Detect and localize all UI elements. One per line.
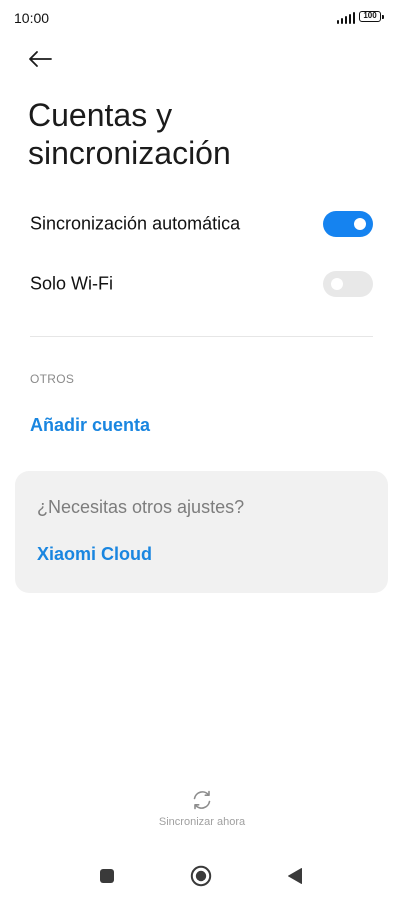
- triangle-back-icon: [288, 868, 302, 884]
- navigation-bar: [0, 850, 403, 900]
- nav-back-button[interactable]: [280, 862, 310, 890]
- page-title-line1: Cuentas y: [28, 97, 173, 133]
- auto-sync-row[interactable]: Sincronización automática: [0, 196, 403, 252]
- circle-icon: [190, 865, 212, 887]
- back-button[interactable]: [24, 44, 56, 74]
- section-header-others: OTROS: [30, 372, 75, 386]
- arrow-left-icon: [29, 51, 52, 67]
- square-icon: [100, 869, 114, 883]
- battery-icon: 100: [359, 11, 384, 22]
- status-bar: 10:00 100: [0, 0, 403, 36]
- signal-icon: [337, 12, 356, 24]
- status-time: 10:00: [14, 10, 50, 26]
- sync-now-label: Sincronizar ahora: [158, 816, 246, 828]
- toggle-knob: [354, 218, 366, 230]
- page-title: Cuentas y sincronización: [28, 96, 388, 172]
- sync-now-button[interactable]: Sincronizar ahora: [140, 788, 264, 836]
- xiaomi-cloud-link[interactable]: Xiaomi Cloud: [37, 544, 152, 565]
- recents-button[interactable]: [92, 862, 122, 890]
- toggle-knob: [331, 278, 343, 290]
- auto-sync-toggle[interactable]: [323, 211, 373, 237]
- wifi-only-toggle[interactable]: [323, 271, 373, 297]
- suggestion-card: ¿Necesitas otros ajustes? Xiaomi Cloud: [15, 471, 388, 593]
- home-button[interactable]: [186, 862, 216, 890]
- auto-sync-label: Sincronización automática: [30, 213, 241, 234]
- sync-icon: [193, 790, 211, 810]
- card-question: ¿Necesitas otros ajustes?: [37, 497, 245, 517]
- wifi-only-label: Solo Wi-Fi: [30, 273, 114, 294]
- wifi-only-row[interactable]: Solo Wi-Fi: [0, 256, 403, 312]
- divider: [30, 336, 373, 337]
- page-title-line2: sincronización: [28, 135, 231, 171]
- add-account-link[interactable]: Añadir cuenta: [30, 415, 150, 436]
